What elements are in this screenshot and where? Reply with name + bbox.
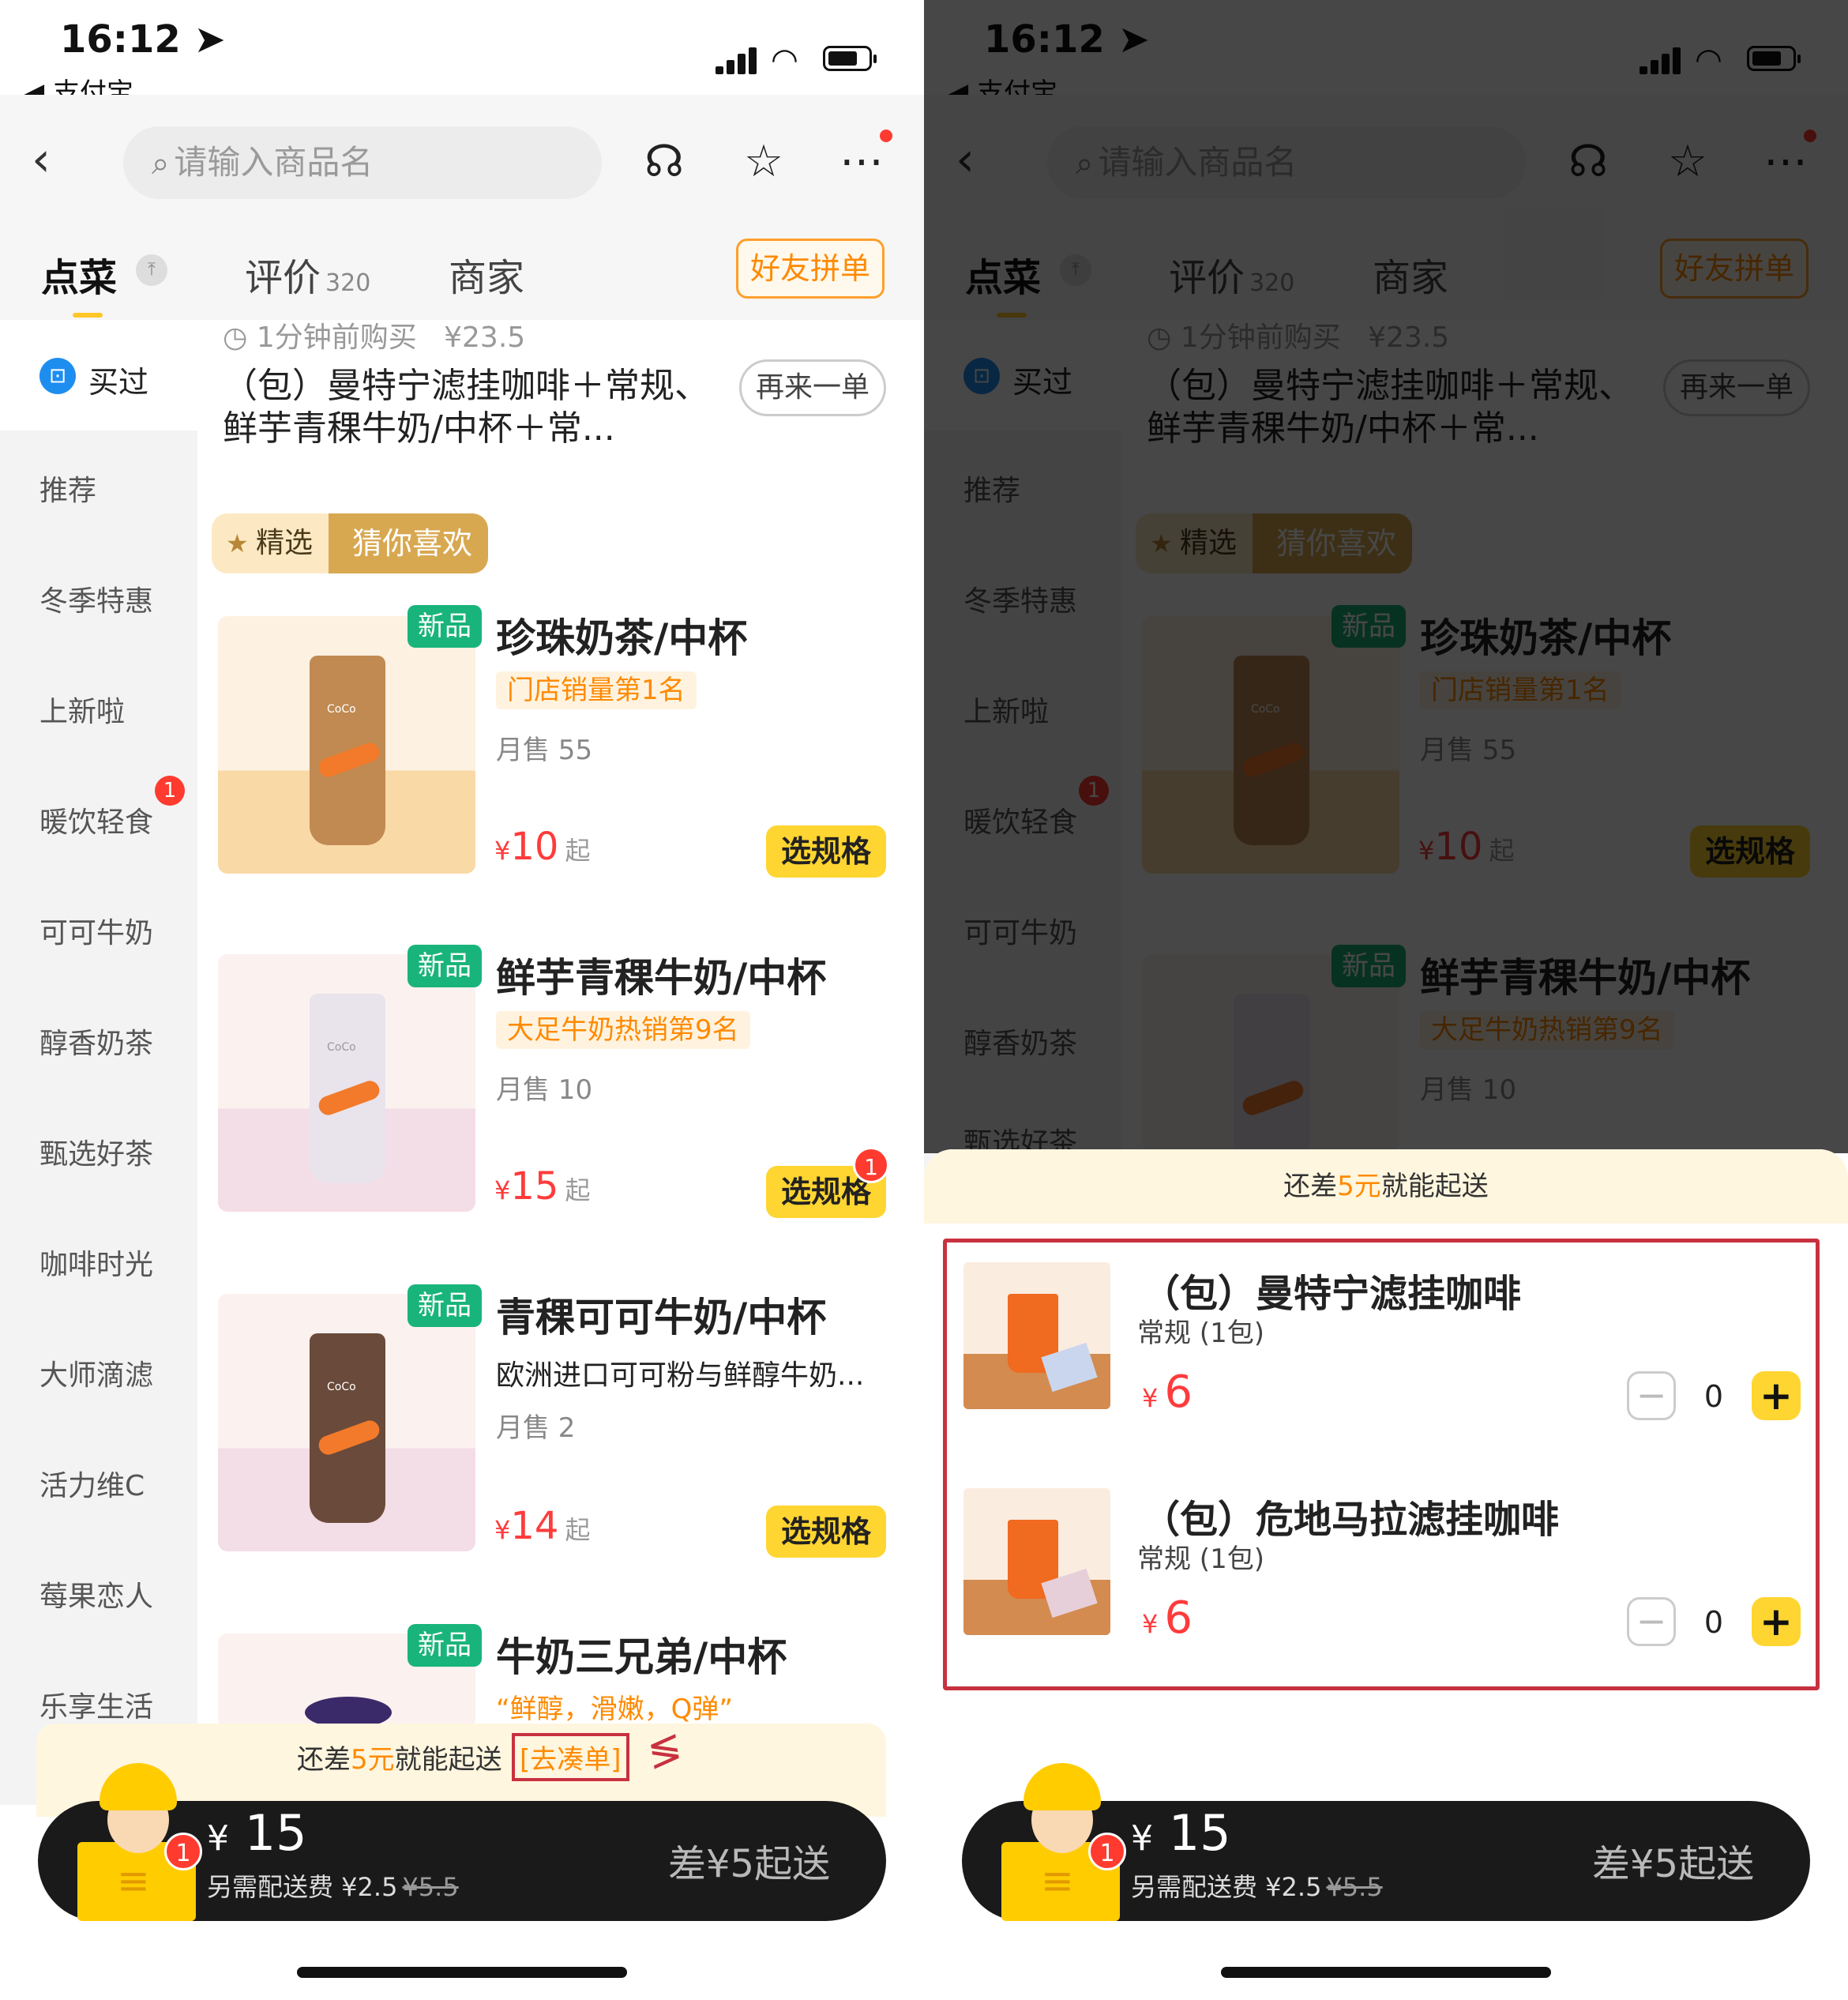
tab-underline	[73, 313, 103, 318]
sidebar-item-berry[interactable]: 莓果恋人	[39, 1573, 153, 1615]
new-badge: 新品	[408, 605, 482, 648]
quantity: 0	[1703, 1379, 1724, 1414]
back-chevron-icon[interactable]: ‹	[32, 136, 51, 183]
cart-total: ¥ 15	[1131, 1804, 1231, 1862]
increase-button[interactable]: +	[1752, 1371, 1801, 1420]
reorder-button[interactable]: 再来一单	[739, 359, 886, 416]
sidebar-item-bought[interactable]: ⊡ 买过	[0, 320, 197, 430]
basket-item-spec: 常规 (1包)	[1137, 1543, 1264, 1575]
dim-overlay[interactable]	[924, 0, 1848, 1153]
product-sold: 月售 2	[496, 1412, 576, 1444]
status-time: 16:12 ➤	[60, 17, 226, 62]
bag-icon: ⊡	[39, 358, 76, 394]
cart-total: ¥ 15	[207, 1804, 307, 1862]
pin-top-icon[interactable]: ⤒	[136, 254, 167, 286]
product-tag: 大足牛奶热销第9名	[496, 1011, 750, 1049]
reorder-meta: ◷ 1分钟前购买 ¥23.5	[223, 321, 526, 354]
tab-reviews[interactable]: 评价320	[245, 246, 370, 302]
product-sold: 月售 10	[496, 1074, 593, 1106]
new-badge: 新品	[408, 945, 482, 987]
select-spec-button[interactable]: 选规格	[766, 825, 886, 878]
sidebar-item-warm[interactable]: 暖饮轻食	[39, 799, 153, 840]
product-name[interactable]: 鲜芋青稞牛奶/中杯	[496, 946, 826, 1003]
product-tag: 门店销量第1名	[496, 671, 697, 709]
sidebar-item-recommend[interactable]: 推荐	[39, 468, 96, 509]
home-indicator	[297, 1967, 627, 1978]
add-items-link[interactable]: [去凑单]	[512, 1733, 629, 1781]
sidebar-item-life[interactable]: 乐享生活	[39, 1684, 153, 1725]
product-name[interactable]: 青稞可可牛奶/中杯	[496, 1286, 826, 1343]
cart-badge: 1	[164, 1833, 202, 1870]
tab-merchant[interactable]: 商家	[449, 246, 524, 302]
basket-item-price: ¥6	[1142, 1367, 1193, 1418]
customer-service-icon[interactable]: ☊	[637, 134, 692, 190]
reorder-items: （包）曼特宁滤挂咖啡＋常规、 鲜芋青稞牛奶/中杯＋常...	[223, 366, 709, 449]
clock-icon: ◷	[223, 321, 257, 354]
delivery-fee: 另需配送费 ¥2.5 ¥5.5	[207, 1872, 459, 1902]
min-order-tip: 还差5元就能起送	[297, 1744, 502, 1776]
new-badge: 新品	[408, 1284, 482, 1327]
product-sold: 月售 55	[496, 735, 593, 766]
product-price: ¥15 起	[494, 1164, 591, 1209]
sidebar-item-vitc[interactable]: 活力维C	[39, 1463, 145, 1504]
min-order-tip: 还差5元就能起送	[924, 1149, 1848, 1224]
delivery-fee: 另需配送费 ¥2.5 ¥5.5	[1131, 1872, 1383, 1902]
sidebar-item-winter[interactable]: 冬季特惠	[39, 578, 153, 619]
basket-item-price: ¥6	[1142, 1592, 1193, 1644]
cart-count-badge: 1	[853, 1147, 889, 1183]
wifi-icon: ◠	[771, 42, 798, 78]
min-order-button[interactable]: 差¥5起送	[1592, 1833, 1754, 1888]
search-input[interactable]: ⌕请输入商品名	[123, 126, 602, 199]
sidebar-item-tea[interactable]: 甄选好茶	[39, 1131, 153, 1172]
cart-sheet-screen: 16:12 ➤ ◀ 支付宝 ◠ ‹ ⌕请输入商品名 ☊ ☆ ⋯ 点菜 ⤒ 评价3…	[924, 0, 1848, 2000]
more-icon[interactable]: ⋯	[834, 134, 889, 190]
sidebar-item-coffee[interactable]: 咖啡时光	[39, 1242, 153, 1283]
increase-button[interactable]: +	[1752, 1597, 1801, 1646]
tab-order[interactable]: 点菜	[41, 246, 117, 302]
product-name[interactable]: 牛奶三兄弟/中杯	[496, 1626, 787, 1682]
decrease-button[interactable]: −	[1627, 1371, 1676, 1420]
sidebar-item-milk-tea[interactable]: 醇香奶茶	[39, 1021, 153, 1062]
signal-icon	[716, 47, 758, 74]
sidebar-badge: 1	[155, 776, 185, 806]
sidebar-item-drip[interactable]: 大师滴滤	[39, 1352, 153, 1393]
product-tag: “鲜醇，滑嫩，Q弹”	[496, 1694, 733, 1725]
notification-dot	[880, 130, 892, 142]
product-price: ¥14 起	[494, 1504, 591, 1548]
basket-item-name: （包）曼特宁滤挂咖啡	[1142, 1272, 1522, 1316]
basket-item-name: （包）危地马拉滤挂咖啡	[1142, 1498, 1560, 1542]
product-image[interactable]: CoCo	[218, 616, 475, 874]
battery-icon	[823, 46, 877, 71]
basket-item-image	[963, 1488, 1110, 1635]
cart-badge: 1	[1088, 1833, 1126, 1870]
section-tag: 精选猜你喜欢	[212, 513, 488, 573]
new-badge: 新品	[408, 1624, 482, 1667]
product-price: ¥10起	[494, 825, 591, 869]
select-spec-button[interactable]: 选规格	[766, 1506, 886, 1558]
menu-screen: 16:12 ➤ ◀ 支付宝 ◠ ‹ ⌕ 请输入商品名 ☊ ☆ ⋯ 点菜 ⤒ 评价 3…	[0, 0, 924, 2000]
friend-group-order-button[interactable]: 好友拼单	[736, 239, 885, 299]
sidebar-item-cocoa[interactable]: 可可牛奶	[39, 910, 153, 951]
basket-item-image	[963, 1262, 1110, 1409]
star-icon[interactable]: ☆	[736, 134, 791, 190]
annotation-mark: ≶	[644, 1724, 685, 1776]
home-indicator	[1221, 1967, 1551, 1978]
quantity: 0	[1703, 1605, 1724, 1640]
product-name[interactable]: 珍珠奶茶/中杯	[496, 607, 747, 664]
search-icon: ⌕	[152, 145, 170, 182]
product-image[interactable]: CoCo	[218, 1294, 475, 1551]
sidebar-item-new[interactable]: 上新啦	[39, 689, 125, 730]
basket-item-spec: 常规 (1包)	[1137, 1318, 1264, 1349]
product-image[interactable]: CoCo	[218, 954, 475, 1212]
min-order-button[interactable]: 差¥5起送	[668, 1833, 830, 1888]
product-desc: 欧洲进口可可粉与鲜醇牛奶...	[496, 1359, 865, 1392]
decrease-button[interactable]: −	[1627, 1597, 1676, 1646]
